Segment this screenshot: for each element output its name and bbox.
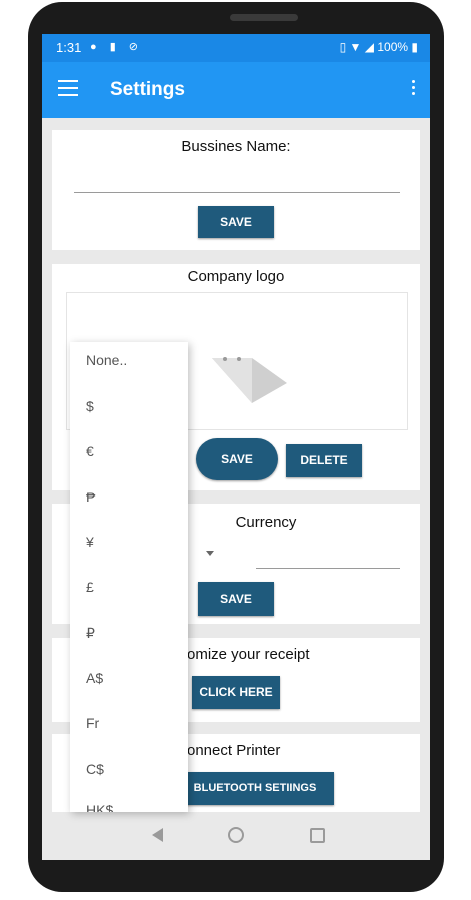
dropdown-option[interactable]: HK$ [86, 802, 113, 812]
dropdown-option[interactable]: C$ [86, 761, 104, 777]
dropdown-option[interactable]: ₱ [86, 489, 95, 505]
save-logo-button[interactable]: SAVE [196, 438, 278, 480]
dropdown-option[interactable]: Fr [86, 715, 99, 731]
dropdown-option[interactable]: € [86, 443, 94, 459]
dropdown-option[interactable]: ₽ [86, 625, 95, 642]
currency-dropdown-menu: None.. $ € ₱ ¥ £ ₽ A$ Fr C$ HK$ [70, 342, 188, 812]
click-here-button[interactable]: CLICK HERE [192, 676, 280, 709]
dropdown-option[interactable]: $ [86, 398, 94, 414]
dropdown-option[interactable]: A$ [86, 670, 103, 686]
home-icon[interactable] [228, 827, 244, 843]
signal-icon: ◢ [364, 40, 374, 54]
printer-label: onnect Printer [187, 742, 281, 759]
dropdown-option[interactable]: £ [86, 579, 94, 595]
phone-speaker [230, 14, 298, 21]
back-icon[interactable] [152, 828, 163, 842]
delete-logo-button[interactable]: DELETE [286, 444, 362, 477]
menu-icon[interactable] [58, 80, 78, 96]
vibrate-icon: ▯ [339, 40, 347, 54]
bluetooth-settings-button[interactable]: BLUETOOTH SETIINGS [176, 772, 334, 805]
battery-level: 100% [377, 40, 409, 54]
app-bar: Settings [42, 62, 430, 118]
status-right: ▯ ▼ ◢ 100% ▮ [340, 40, 418, 54]
battery-icon: ▮ [411, 40, 418, 54]
dropdown-option[interactable]: None.. [86, 352, 127, 368]
wifi-icon: ▼ [349, 40, 362, 54]
app-screen: 1:31 ● ▮ ⊘ ▯ ▼ ◢ 100% ▮ Settings Bussine… [42, 34, 430, 860]
status-bar: 1:31 ● ▮ ⊘ ▯ ▼ ◢ 100% ▮ [42, 34, 430, 62]
company-logo-label: Company logo [187, 268, 285, 285]
business-name-input[interactable] [74, 192, 400, 193]
more-vert-icon[interactable] [412, 80, 416, 98]
currency-value-input[interactable] [256, 568, 400, 569]
business-name-card: Bussines Name: SAVE [52, 130, 420, 250]
receipt-label: omize your receipt [187, 646, 310, 663]
save-currency-button[interactable]: SAVE [198, 582, 274, 616]
recents-icon[interactable] [310, 828, 325, 843]
business-name-label: Bussines Name: [181, 138, 291, 155]
status-time: 1:31 [56, 40, 82, 55]
save-business-button[interactable]: SAVE [198, 206, 274, 238]
dropdown-option[interactable]: ¥ [86, 534, 94, 550]
dropdown-arrow-icon[interactable] [206, 551, 214, 556]
page-title: Settings [110, 79, 185, 100]
image-placeholder-icon [212, 357, 287, 403]
notification-icons: ● ▮ ⊘ [90, 41, 144, 53]
navigation-bar [42, 812, 430, 860]
